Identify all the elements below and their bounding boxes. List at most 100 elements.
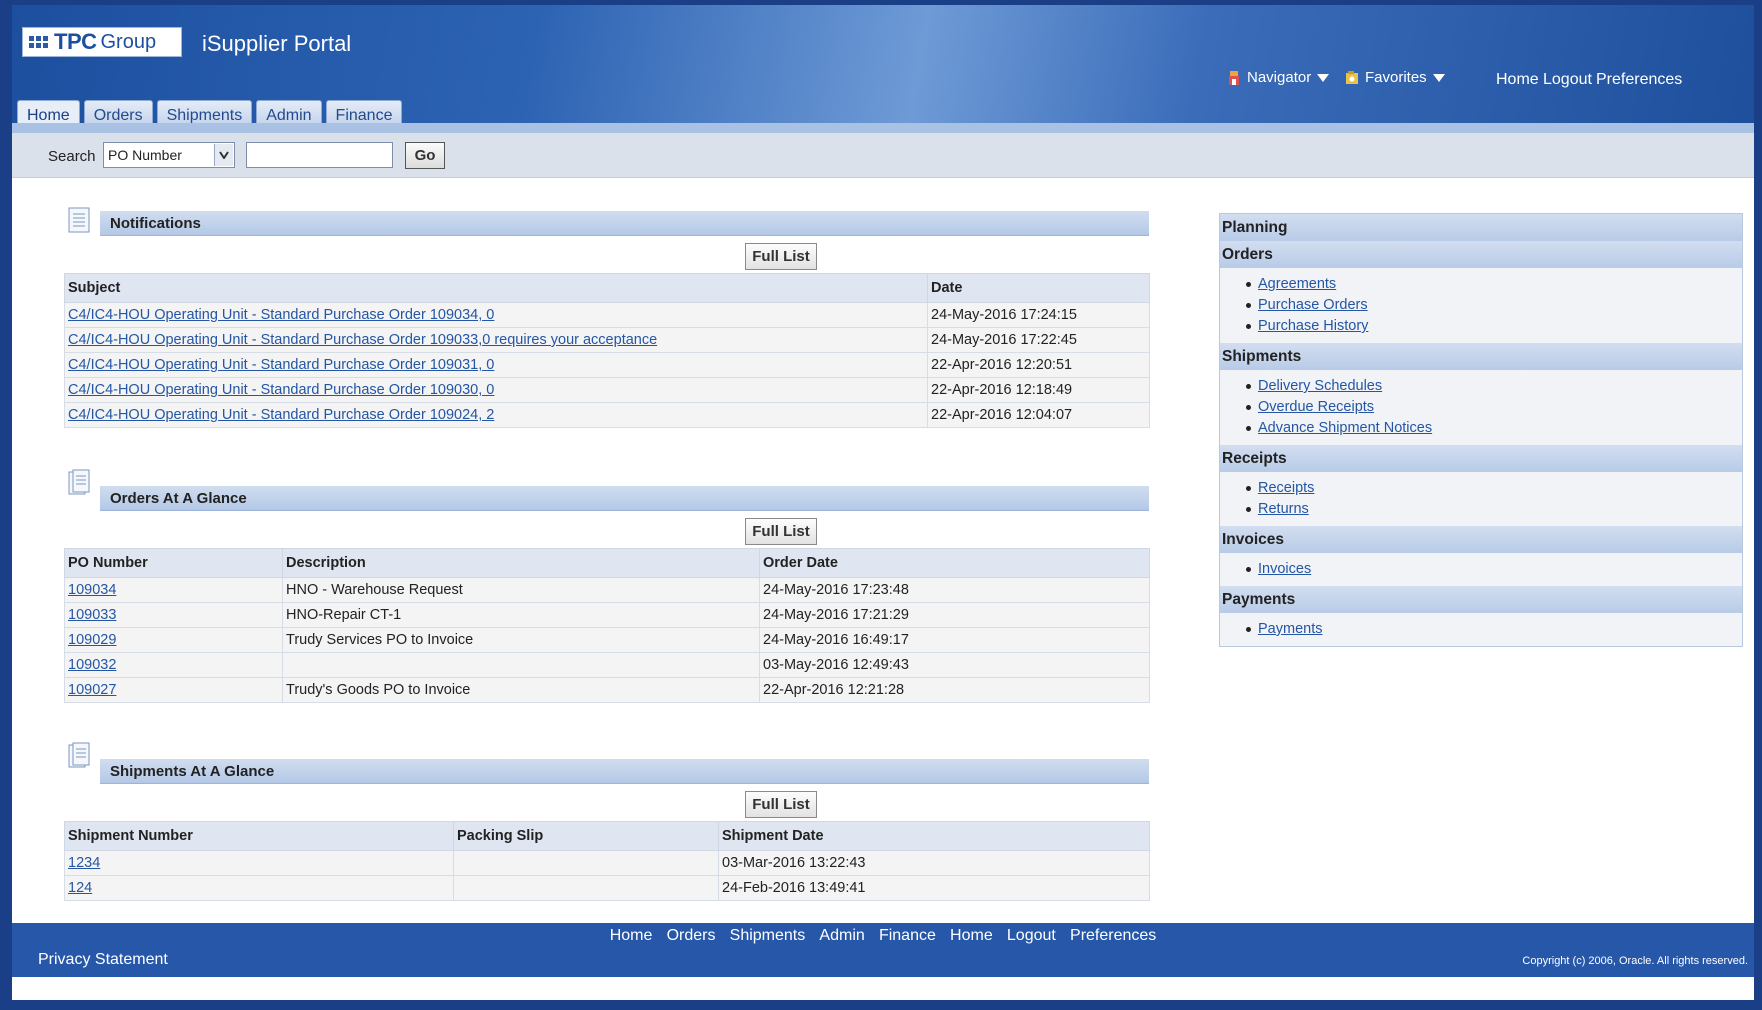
side-group-orders-list: Agreements Purchase Orders Purchase Hist… [1220,268,1742,343]
list-item: Delivery Schedules [1246,376,1742,397]
favorites-menu[interactable]: Favorites [1345,69,1445,86]
footer-admin-link[interactable]: Admin [819,927,864,944]
orders-full-list-button[interactable]: Full List [745,518,817,545]
search-type-select[interactable]: PO Number [103,142,235,168]
notification-subject-link[interactable]: C4/IC4-HOU Operating Unit - Standard Pur… [68,357,494,373]
global-logout-link[interactable]: Logout [1543,71,1592,89]
shipment-number-link[interactable]: 124 [68,880,92,896]
side-group-payments-list: Payments [1220,613,1742,646]
list-item: Returns [1246,499,1742,520]
overdue-receipts-link[interactable]: Overdue Receipts [1258,399,1374,415]
side-group-shipments-list: Delivery Schedules Overdue Receipts Adva… [1220,370,1742,445]
footer-shipments-link[interactable]: Shipments [730,927,806,944]
browser-frame: TPC Group iSupplier Portal Navigator Fav… [0,0,1762,1010]
purchase-history-link[interactable]: Purchase History [1258,318,1368,334]
packing-slip [453,875,719,901]
advance-shipment-notices-link[interactable]: Advance Shipment Notices [1258,420,1432,436]
table-row: C4/IC4-HOU Operating Unit - Standard Pur… [64,352,1150,378]
list-item: Overdue Receipts [1246,397,1742,418]
footer-finance-link[interactable]: Finance [879,927,936,944]
receipts-link[interactable]: Receipts [1258,480,1314,496]
notification-subject-link[interactable]: C4/IC4-HOU Operating Unit - Standard Pur… [68,382,494,398]
go-button[interactable]: Go [405,142,445,169]
purchase-orders-link[interactable]: Purchase Orders [1258,297,1368,313]
order-description: HNO - Warehouse Request [282,577,760,603]
table-row: C4/IC4-HOU Operating Unit - Standard Pur… [64,302,1150,328]
navigator-label: Navigator [1247,69,1312,86]
po-number-link[interactable]: 109033 [68,607,116,623]
notification-subject-link[interactable]: C4/IC4-HOU Operating Unit - Standard Pur… [68,332,657,348]
search-bar: Search PO Number Go [12,133,1754,178]
table-row: 109032 03-May-2016 12:49:43 [64,652,1150,678]
footer-preferences-link[interactable]: Preferences [1070,927,1156,944]
side-group-payments-title: Payments [1220,586,1742,613]
column-header-po-number: PO Number [64,548,283,578]
header: TPC Group iSupplier Portal Navigator Fav… [12,5,1754,133]
invoices-link[interactable]: Invoices [1258,561,1311,577]
side-group-orders-title: Orders [1220,241,1742,268]
favorites-icon [1346,70,1358,84]
po-number-link[interactable]: 109027 [68,682,116,698]
main-tabs: Home Orders Shipments Admin Finance [17,100,403,129]
notification-date: 22-Apr-2016 12:04:07 [927,402,1150,428]
notification-subject-link[interactable]: C4/IC4-HOU Operating Unit - Standard Pur… [68,407,494,423]
table-row: 109034 HNO - Warehouse Request 24-May-20… [64,577,1150,603]
privacy-statement-link[interactable]: Privacy Statement [38,951,168,969]
chevron-down-icon [1317,73,1330,82]
footer-orders-link[interactable]: Orders [667,927,716,944]
global-home-link[interactable]: Home [1496,71,1539,89]
table-row: 109027 Trudy's Goods PO to Invoice 22-Ap… [64,677,1150,703]
tab-admin[interactable]: Admin [256,100,322,129]
chevron-down-icon[interactable] [214,144,233,166]
notification-date: 22-Apr-2016 12:18:49 [927,377,1150,403]
list-item: Purchase Orders [1246,295,1742,316]
notifications-full-list-button[interactable]: Full List [745,243,817,270]
column-header-subject: Subject [64,273,928,303]
order-date: 24-May-2016 16:49:17 [759,627,1150,653]
column-header-shipment-number: Shipment Number [64,821,454,851]
notifications-title: Notifications [100,211,1149,236]
table-row: 124 24-Feb-2016 13:49:41 [64,875,1150,901]
search-type-value: PO Number [108,147,182,163]
list-item: Invoices [1246,559,1742,580]
po-number-link[interactable]: 109034 [68,582,116,598]
footer-logout-link[interactable]: Logout [1007,927,1056,944]
agreements-link[interactable]: Agreements [1258,276,1336,292]
notification-date: 24-May-2016 17:24:15 [927,302,1150,328]
delivery-schedules-link[interactable]: Delivery Schedules [1258,378,1382,394]
footer-home-link[interactable]: Home [610,927,653,944]
side-group-invoices-list: Invoices [1220,553,1742,586]
notifications-list-icon [68,207,90,233]
tab-orders[interactable]: Orders [83,100,153,129]
company-logo: TPC Group [22,27,182,57]
search-input[interactable] [246,142,393,168]
list-item: Receipts [1246,478,1742,499]
global-preferences-link[interactable]: Preferences [1596,71,1682,89]
table-row: 109029 Trudy Services PO to Invoice 24-M… [64,627,1150,653]
navigator-icon [1229,70,1239,85]
tab-finance[interactable]: Finance [325,100,403,129]
po-number-link[interactable]: 109032 [68,657,116,673]
table-row: C4/IC4-HOU Operating Unit - Standard Pur… [64,377,1150,403]
po-number-link[interactable]: 109029 [68,632,116,648]
tab-home[interactable]: Home [17,100,80,129]
order-description [282,652,760,678]
column-header-date: Date [927,273,1150,303]
payments-link[interactable]: Payments [1258,621,1322,637]
footer-home-link-2[interactable]: Home [950,927,993,944]
logo-main-text: TPC [54,29,97,54]
tab-shipments[interactable]: Shipments [156,100,253,129]
shipments-document-icon [68,742,90,768]
notification-subject-link[interactable]: C4/IC4-HOU Operating Unit - Standard Pur… [68,307,494,323]
logo-dots-icon [29,36,48,48]
favorites-label: Favorites [1365,69,1427,86]
side-group-shipments-title: Shipments [1220,343,1742,370]
column-header-shipment-date: Shipment Date [718,821,1150,851]
returns-link[interactable]: Returns [1258,501,1309,517]
shipment-number-link[interactable]: 1234 [68,855,100,871]
column-header-packing-slip: Packing Slip [453,821,719,851]
notification-date: 22-Apr-2016 12:20:51 [927,352,1150,378]
shipments-full-list-button[interactable]: Full List [745,791,817,818]
navigator-menu[interactable]: Navigator [1227,69,1330,86]
shipment-date: 24-Feb-2016 13:49:41 [718,875,1150,901]
